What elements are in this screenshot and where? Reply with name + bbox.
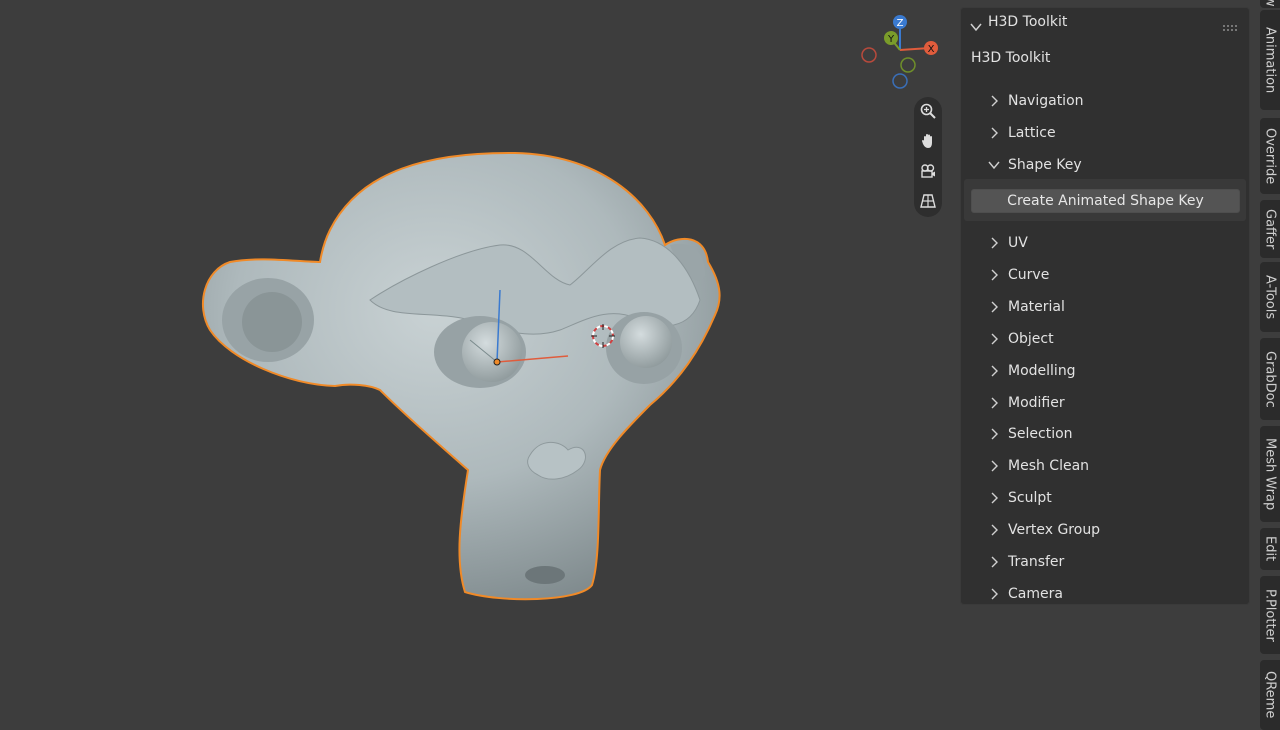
chevron-right-icon <box>983 397 1005 409</box>
section-label: Modelling <box>1008 363 1076 379</box>
sidebar-tab-grabdoc[interactable]: GrabDoc <box>1260 338 1280 420</box>
toolkit-panel: H3D Toolkit H3D Toolkit Navigation Latti… <box>960 7 1250 605</box>
camera-view-icon[interactable] <box>916 159 940 183</box>
section-label: Lattice <box>1008 125 1056 141</box>
section-modelling[interactable]: Modelling <box>983 358 1233 384</box>
section-label: Sculpt <box>1008 490 1052 506</box>
section-camera[interactable]: Camera <box>983 581 1233 604</box>
chevron-right-icon <box>983 333 1005 345</box>
pan-hand-icon[interactable] <box>916 129 940 153</box>
eyeball-right <box>620 316 672 368</box>
zoom-icon[interactable] <box>916 99 940 123</box>
chevron-right-icon <box>983 301 1005 313</box>
section-label: Mesh Clean <box>1008 458 1090 474</box>
panel-title: H3D Toolkit <box>988 14 1068 30</box>
sidebar-tab-p-plotter[interactable]: P.Plotter <box>1260 576 1280 654</box>
section-modifier[interactable]: Modifier <box>983 390 1233 416</box>
gizmo-z-label: Z <box>897 18 904 29</box>
chevron-right-icon <box>983 428 1005 440</box>
chevron-right-icon <box>983 269 1005 281</box>
ear-left-inner <box>242 292 302 352</box>
sidebar-tab-w[interactable]: w <box>1260 0 1280 8</box>
viewport-navigation-tools <box>914 97 942 217</box>
panel-subtitle: H3D Toolkit <box>971 50 1051 66</box>
chevron-right-icon <box>983 460 1005 472</box>
sidebar-tab-a-tools[interactable]: A-Tools <box>1260 262 1280 332</box>
section-label: Transfer <box>1008 554 1065 570</box>
section-navigation[interactable]: Navigation <box>983 88 1233 114</box>
section-object[interactable]: Object <box>983 326 1233 352</box>
section-vertex-group[interactable]: Vertex Group <box>983 517 1233 543</box>
sidebar-tab-edit[interactable]: Edit <box>1260 528 1280 570</box>
navigation-gizmo[interactable]: Z Y X <box>858 14 942 90</box>
section-mesh-clean[interactable]: Mesh Clean <box>983 453 1233 479</box>
section-label: Material <box>1008 299 1065 315</box>
perspective-grid-icon[interactable] <box>916 189 940 213</box>
chevron-right-icon <box>983 127 1005 139</box>
section-sculpt[interactable]: Sculpt <box>983 485 1233 511</box>
drag-grip-icon[interactable] <box>1223 18 1239 37</box>
chevron-right-icon <box>983 237 1005 249</box>
sidebar-tab-gaffer[interactable]: Gaffer <box>1260 200 1280 258</box>
sidebar-tabs: w Animation Override Gaffer A-Tools GrabDoc Me… <box>1258 0 1280 730</box>
section-transfer[interactable]: Transfer <box>983 549 1233 575</box>
chevron-right-icon <box>983 95 1005 107</box>
object-origin[interactable] <box>493 358 501 366</box>
section-label: Camera <box>1008 586 1063 602</box>
section-label: Shape Key <box>1008 157 1082 173</box>
sidebar-tab-animation[interactable]: Animation <box>1260 10 1280 110</box>
chevron-right-icon <box>983 524 1005 536</box>
chevron-right-icon <box>983 588 1005 600</box>
section-uv[interactable]: UV <box>983 230 1233 256</box>
section-label: Object <box>1008 331 1054 347</box>
gizmo-neg-y-axis[interactable] <box>900 57 916 73</box>
gizmo-neg-x-axis[interactable] <box>861 47 877 63</box>
section-label: UV <box>1008 235 1028 251</box>
mouth <box>525 566 565 584</box>
section-label: Navigation <box>1008 93 1084 109</box>
section-selection[interactable]: Selection <box>983 421 1233 447</box>
chevron-down-icon <box>970 17 982 36</box>
sidebar-tab-override[interactable]: Override <box>1260 118 1280 194</box>
section-lattice[interactable]: Lattice <box>983 120 1233 146</box>
chevron-right-icon <box>983 365 1005 377</box>
section-shape-key[interactable]: Shape Key <box>983 152 1233 178</box>
section-curve[interactable]: Curve <box>983 262 1233 288</box>
section-label: Curve <box>1008 267 1050 283</box>
chevron-right-icon <box>983 556 1005 568</box>
chevron-down-icon <box>983 160 1005 170</box>
create-animated-shape-key-button[interactable]: Create Animated Shape Key <box>971 189 1240 213</box>
chevron-right-icon <box>983 492 1005 504</box>
sidebar-tab-mesh-wrap[interactable]: Mesh Wrap <box>1260 426 1280 522</box>
gizmo-neg-z-axis[interactable] <box>892 73 908 89</box>
section-label: Selection <box>1008 426 1073 442</box>
shape-key-subpanel: Create Animated Shape Key <box>964 179 1246 221</box>
section-label: Vertex Group <box>1008 522 1101 538</box>
gizmo-x-label: X <box>928 44 935 55</box>
panel-header[interactable]: H3D Toolkit <box>961 8 1249 38</box>
section-material[interactable]: Material <box>983 294 1233 320</box>
eyeball-left <box>462 322 522 382</box>
gizmo-y-label: Y <box>887 34 895 45</box>
section-label: Modifier <box>1008 395 1065 411</box>
